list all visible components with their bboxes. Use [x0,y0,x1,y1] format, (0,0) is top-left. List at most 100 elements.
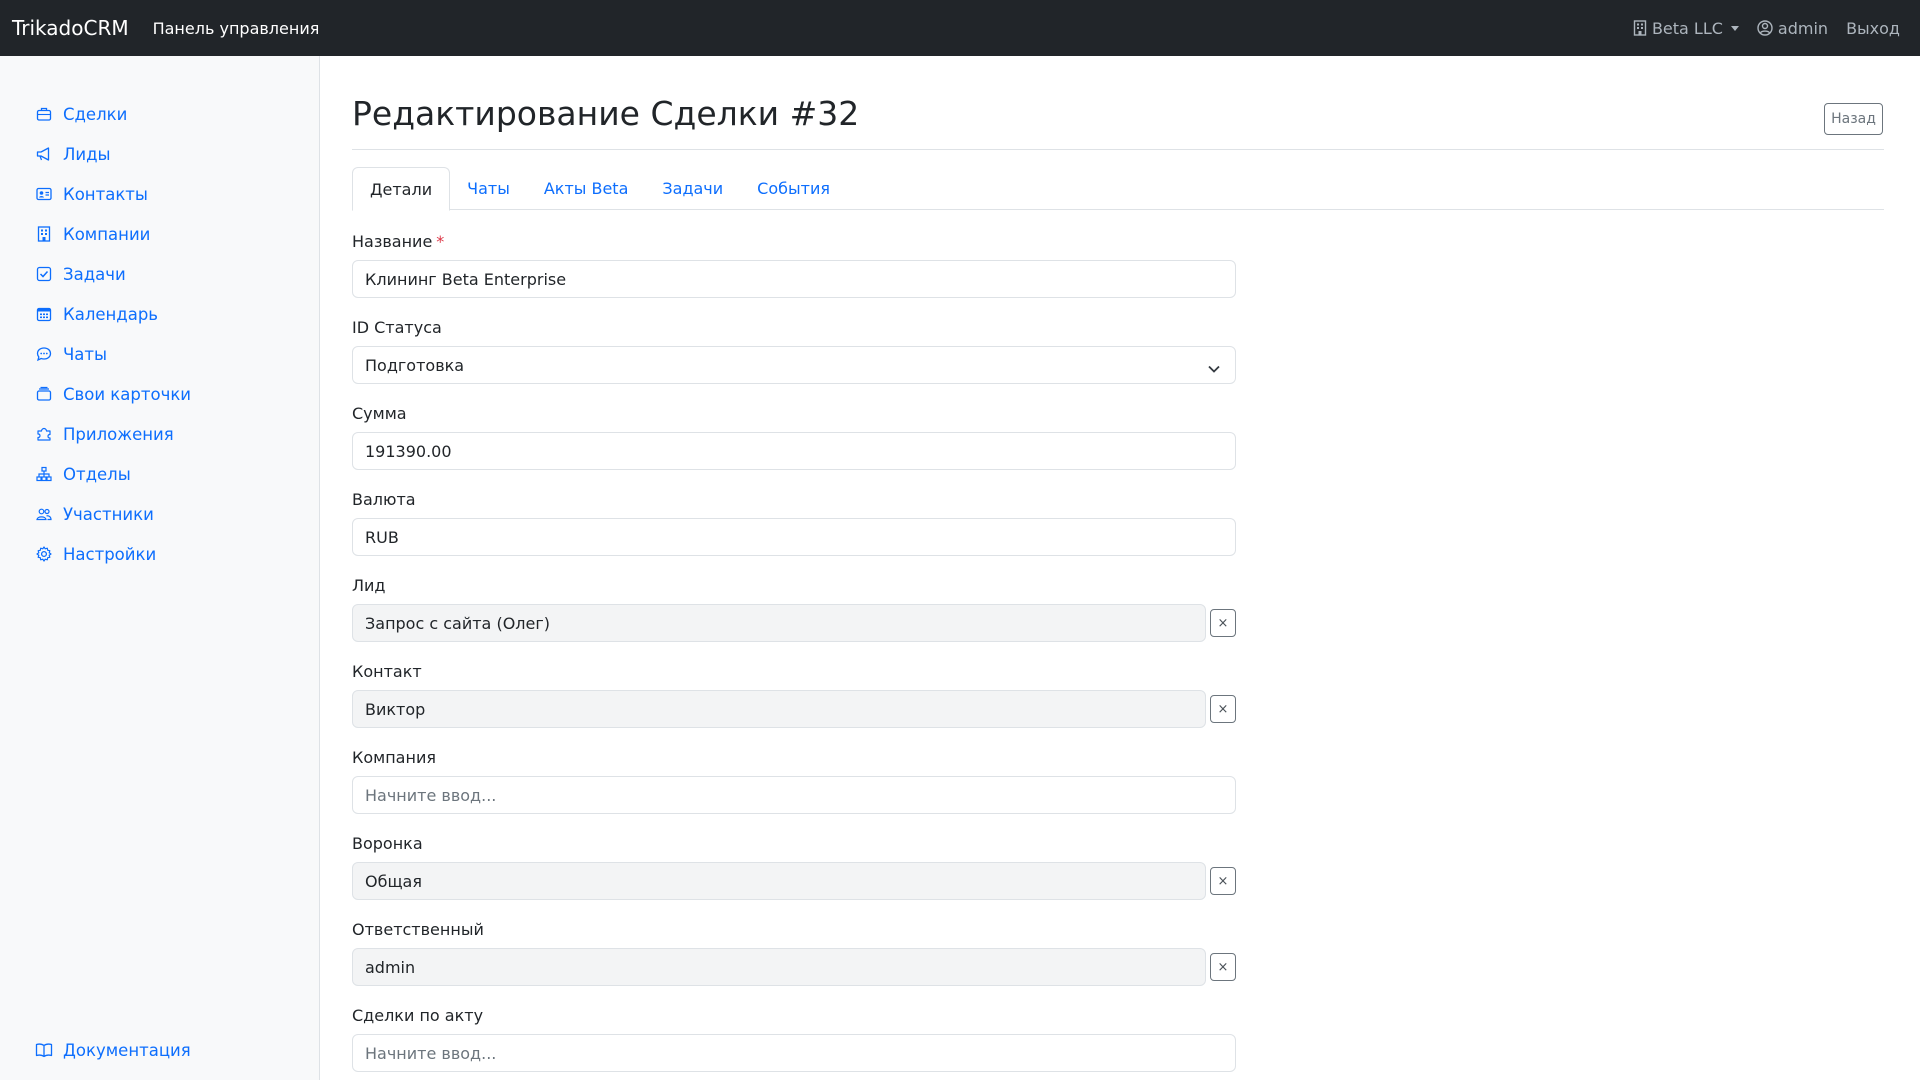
company-input[interactable]: Начните ввод... [352,776,1236,814]
sidebar-nav: Сделки Лиды Контакты Компании Задачи Кал… [35,94,191,574]
amount-value: 191390.00 [365,441,452,461]
lead-label: Лид [352,576,386,595]
gear-icon [35,545,53,563]
lead-input[interactable]: Запрос с сайта (Олег) [352,604,1206,642]
sidebar-item-chats[interactable]: Чаты [35,334,191,374]
briefcase-icon [35,105,53,123]
building-icon [35,225,53,243]
sidebar-item-custom-cards[interactable]: Свои карточки [35,374,191,414]
contact-clear-button[interactable]: × [1210,695,1236,723]
responsible-label: Ответственный [352,920,484,939]
user-menu[interactable]: admin [1757,19,1828,38]
name-label-text: Название [352,232,433,251]
logout-link[interactable]: Выход [1846,19,1900,38]
company-label: Компания [352,748,436,767]
brand-logo[interactable]: TrikadoCRM [12,16,129,40]
sidebar-item-apps[interactable]: Приложения [35,414,191,454]
sidebar-item-calendar[interactable]: Календарь [35,294,191,334]
page-title: Редактирование Сделки #32 [352,94,860,133]
funnel-value: Общая [365,871,422,891]
back-button[interactable]: Назад [1824,103,1883,135]
tab-chats[interactable]: Чаты [450,167,527,210]
chat-icon [35,345,53,363]
tab-acts[interactable]: Акты Beta [527,167,646,210]
funnel-input[interactable]: Общая [352,862,1206,900]
responsible-value: admin [365,957,416,977]
status-select[interactable]: Подготовка [352,346,1236,384]
funnel-clear-button[interactable]: × [1210,867,1236,895]
sidebar-item-label: Приложения [63,424,174,444]
sidebar-item-label: Настройки [63,544,157,564]
puzzle-icon [35,425,53,443]
company-name: Beta LLC [1651,18,1723,38]
funnel-label: Воронка [352,834,423,853]
chevron-down-icon [1207,359,1221,378]
required-mark: * [436,232,445,251]
name-label: Название * [352,232,444,252]
sidebar-item-label: Чаты [63,344,108,364]
name-group: Название * Клининг Beta Enterprise [352,232,1236,318]
act-deals-placeholder: Начните ввод... [365,1043,497,1063]
act-deals-group: Сделки по акту Начните ввод... [352,1006,1236,1092]
company-placeholder: Начните ввод... [365,785,497,805]
currency-input[interactable]: RUB [352,518,1236,556]
deal-form: Название * Клининг Beta Enterprise ID Ста… [352,232,1236,1092]
responsible-group: Ответственный admin × [352,920,1236,1006]
sidebar-item-label: Отделы [63,464,131,484]
sidebar-item-label: Календарь [63,304,159,324]
calendar-icon [35,305,53,323]
sidebar-item-settings[interactable]: Настройки [35,534,191,574]
company-switcher[interactable]: Beta LLC [1633,19,1739,38]
sidebar-item-leads[interactable]: Лиды [35,134,191,174]
currency-value: RUB [365,527,399,547]
top-navbar: TrikadoCRM Панель управления Beta LLC ad… [0,0,1920,56]
sidebar-item-tasks[interactable]: Задачи [35,254,191,294]
act-deals-input[interactable]: Начните ввод... [352,1034,1236,1072]
contact-label: Контакт [352,662,422,681]
sidebar-item-label: Контакты [63,184,148,204]
check-square-icon [35,265,53,283]
contact-group: Контакт Виктор × [352,662,1236,748]
responsible-clear-button[interactable]: × [1210,953,1236,981]
contact-value: Виктор [365,699,426,719]
diagram-icon [35,465,53,483]
sidebar-item-members[interactable]: Участники [35,494,191,534]
status-value: Подготовка [365,355,465,375]
tab-tasks[interactable]: Задачи [645,167,740,210]
name-input[interactable]: Клининг Beta Enterprise [352,260,1236,298]
act-deals-label: Сделки по акту [352,1006,484,1025]
tab-events[interactable]: События [740,167,847,210]
amount-label: Сумма [352,404,407,423]
sidebar-item-departments[interactable]: Отделы [35,454,191,494]
megaphone-icon [35,145,53,163]
sidebar: Сделки Лиды Контакты Компании Задачи Кал… [0,56,320,1080]
sidebar-item-label: Лиды [63,144,111,164]
funnel-group: Воронка Общая × [352,834,1236,920]
nav-dashboard-link[interactable]: Панель управления [153,19,320,38]
lead-group: Лид Запрос с сайта (Олег) × [352,576,1236,662]
contact-input[interactable]: Виктор [352,690,1206,728]
amount-input[interactable]: 191390.00 [352,432,1236,470]
lead-value: Запрос с сайта (Олег) [365,613,550,633]
user-circle-icon [1757,20,1773,36]
person-card-icon [35,185,53,203]
building-icon [1633,20,1647,36]
status-group: ID Статуса Подготовка [352,318,1236,404]
sidebar-item-deals[interactable]: Сделки [35,94,191,134]
lead-clear-button[interactable]: × [1210,609,1236,637]
sidebar-item-companies[interactable]: Компании [35,214,191,254]
sidebar-item-label: Свои карточки [63,384,192,404]
nav-right: Beta LLC admin Выход [1633,0,1900,56]
sidebar-item-documentation[interactable]: Документация [35,1030,191,1070]
name-value: Клининг Beta Enterprise [365,269,567,289]
people-icon [35,505,53,523]
sidebar-item-contacts[interactable]: Контакты [35,174,191,214]
amount-group: Сумма 191390.00 [352,404,1236,490]
user-name: admin [1777,18,1829,38]
currency-group: Валюта RUB [352,490,1236,576]
caret-down-icon [1730,25,1739,31]
tab-details[interactable]: Детали [352,167,451,211]
company-group: Компания Начните ввод... [352,748,1236,834]
currency-label: Валюта [352,490,416,509]
responsible-input[interactable]: admin [352,948,1206,986]
